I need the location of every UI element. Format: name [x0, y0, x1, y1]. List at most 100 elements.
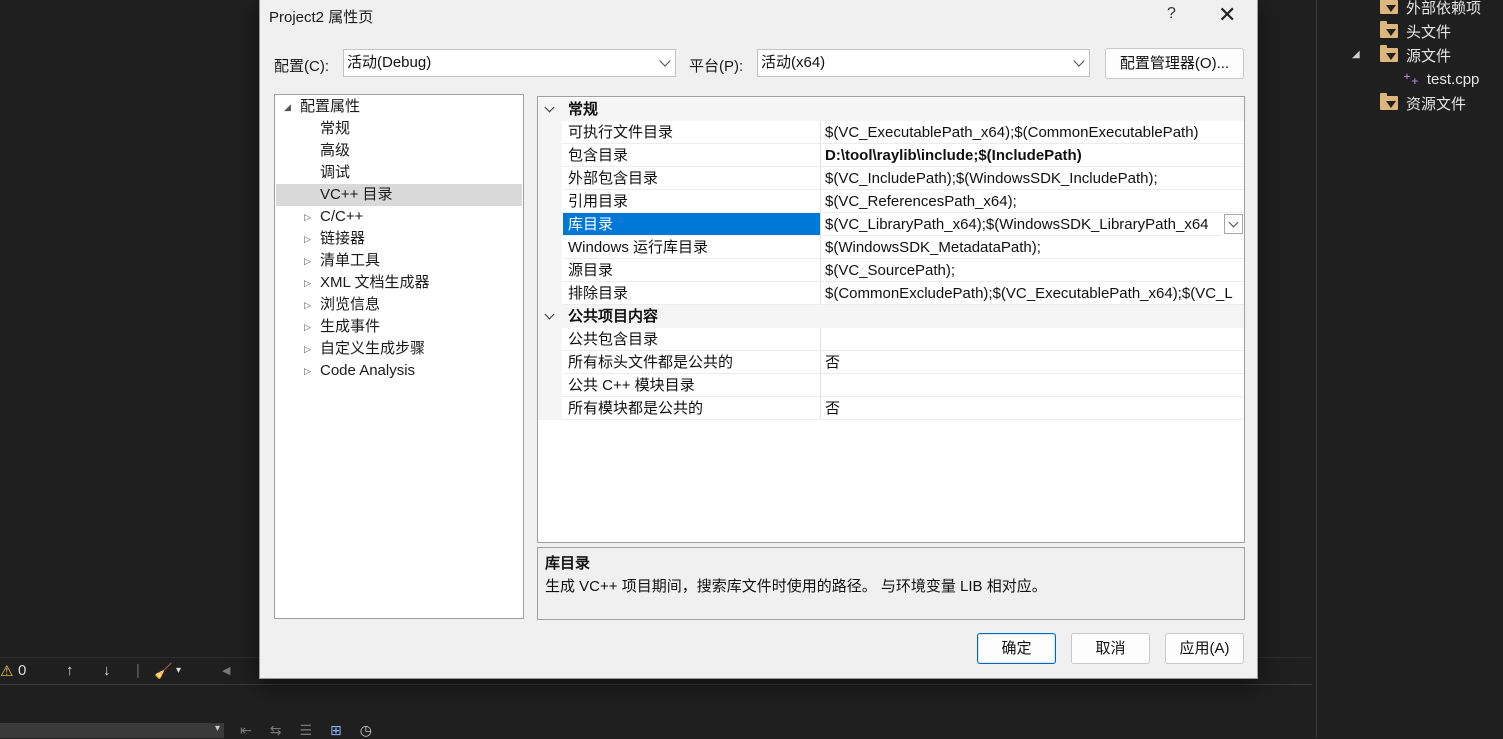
- row-gutter: [538, 282, 562, 305]
- output-toolbar-icons: ⇤ ⇆ ☰ ⊞ ◷: [240, 722, 372, 739]
- category-label: 公共项目内容: [568, 308, 659, 325]
- collapsed-triangle-icon[interactable]: ▷: [304, 272, 311, 294]
- grid-row-all-modules-public[interactable]: 所有模块都是公共的 否: [538, 397, 1244, 420]
- property-value[interactable]: $(VC_ReferencesPath_x64);: [822, 190, 1244, 213]
- solution-item-resource-files[interactable]: 资源文件: [1380, 91, 1466, 115]
- apply-button[interactable]: 应用(A): [1165, 633, 1244, 664]
- tree-item-advanced[interactable]: 高级: [276, 140, 522, 162]
- arrow-up-icon[interactable]: ↑: [66, 662, 74, 679]
- tree-item-general[interactable]: 常规: [276, 118, 522, 140]
- row-gutter: [538, 121, 562, 144]
- tree-item-label: 高级: [320, 142, 351, 159]
- grid-row-windows-runtime-dirs[interactable]: Windows 运行库目录 $(WindowsSDK_MetadataPath)…: [538, 236, 1244, 259]
- grid-category-general[interactable]: 常规: [538, 98, 1244, 121]
- arrow-down-icon[interactable]: ↓: [103, 662, 111, 679]
- broom-icon[interactable]: 🧹: [154, 662, 173, 680]
- grid-row-public-include-dirs[interactable]: 公共包含目录: [538, 328, 1244, 351]
- collapsed-triangle-icon[interactable]: ▷: [304, 228, 311, 250]
- grid-row-reference-dirs[interactable]: 引用目录 $(VC_ReferencesPath_x64);: [538, 190, 1244, 213]
- grid-row-public-cpp-module-dirs[interactable]: 公共 C++ 模块目录: [538, 374, 1244, 397]
- collapsed-triangle-icon[interactable]: ▷: [304, 316, 311, 338]
- row-gutter: [538, 213, 562, 236]
- word-wrap-icon[interactable]: ⊞: [330, 722, 342, 739]
- tree-item-linker[interactable]: ▷ 链接器: [276, 228, 522, 250]
- config-manager-button[interactable]: 配置管理器(O)...: [1105, 48, 1244, 79]
- chevron-down-icon: [1073, 55, 1085, 67]
- panel-divider: [1316, 0, 1317, 738]
- output-source-dropdown[interactable]: [0, 723, 224, 738]
- warning-count: 0: [18, 662, 27, 679]
- property-value[interactable]: [822, 374, 1244, 397]
- tree-item-label: VC++ 目录: [320, 186, 393, 203]
- help-button[interactable]: ?: [1167, 5, 1176, 23]
- collapsed-triangle-icon[interactable]: ▷: [304, 294, 311, 316]
- value-dropdown-button[interactable]: [1224, 214, 1243, 234]
- tree-item-label: 链接器: [320, 230, 366, 247]
- category-tree: ◢ 配置属性 常规 高级 调试 VC++ 目录 ▷ C/C++ ▷ 链接器 ▷ …: [274, 94, 524, 619]
- tree-item-build-events[interactable]: ▷ 生成事件: [276, 316, 522, 338]
- property-name: 所有模块都是公共的: [563, 397, 821, 420]
- property-value[interactable]: $(VC_IncludePath);$(WindowsSDK_IncludePa…: [822, 167, 1244, 190]
- property-value[interactable]: D:\tool\raylib\include;$(IncludePath): [822, 144, 1244, 167]
- property-value[interactable]: $(VC_SourcePath);: [822, 259, 1244, 282]
- scroll-left-icon[interactable]: ◀: [222, 664, 230, 677]
- property-name: 引用目录: [563, 190, 821, 213]
- solution-item-header-files[interactable]: 头文件: [1380, 19, 1451, 43]
- collapsed-triangle-icon[interactable]: ▷: [304, 206, 311, 228]
- tree-item-c-cpp[interactable]: ▷ C/C++: [276, 206, 522, 228]
- grid-category-public-project-content[interactable]: 公共项目内容: [538, 305, 1244, 328]
- collapsed-triangle-icon[interactable]: ▷: [304, 360, 311, 382]
- row-gutter: [538, 190, 562, 213]
- row-gutter: [538, 144, 562, 167]
- grid-row-include-dirs[interactable]: 包含目录 D:\tool\raylib\include;$(IncludePat…: [538, 144, 1244, 167]
- expanded-triangle-icon[interactable]: ◢: [284, 96, 291, 118]
- grid-row-executable-dirs[interactable]: 可执行文件目录 $(VC_ExecutablePath_x64);$(Commo…: [538, 121, 1244, 144]
- property-value[interactable]: $(CommonExcludePath);$(VC_ExecutablePath…: [822, 282, 1244, 305]
- row-gutter: [538, 167, 562, 190]
- grid-row-external-include-dirs[interactable]: 外部包含目录 $(VC_IncludePath);$(WindowsSDK_In…: [538, 167, 1244, 190]
- solution-item-external-deps[interactable]: 外部依赖项: [1380, 0, 1481, 19]
- tree-item-manifest-tool[interactable]: ▷ 清单工具: [276, 250, 522, 272]
- solution-item-test-cpp[interactable]: ⁺₊ test.cpp: [1403, 67, 1479, 91]
- tree-item-debugging[interactable]: 调试: [276, 162, 522, 184]
- solution-item-label: 资源文件: [1406, 95, 1467, 113]
- property-value[interactable]: [822, 328, 1244, 351]
- config-combo[interactable]: 活动(Debug): [343, 49, 676, 77]
- close-button[interactable]: ✕: [1218, 2, 1236, 28]
- solution-item-source-files[interactable]: ◢ 源文件: [1352, 43, 1451, 67]
- chevron-down-icon[interactable]: ▾: [176, 665, 181, 676]
- grid-row-exclude-dirs[interactable]: 排除目录 $(CommonExcludePath);$(VC_Executabl…: [538, 282, 1244, 305]
- property-value[interactable]: $(WindowsSDK_MetadataPath);: [822, 236, 1244, 259]
- tree-item-label: 自定义生成步骤: [320, 340, 426, 357]
- collapsed-triangle-icon[interactable]: ▷: [304, 338, 311, 360]
- property-value[interactable]: $(VC_ExecutablePath_x64);$(CommonExecuta…: [822, 121, 1244, 144]
- ok-button[interactable]: 确定: [977, 633, 1056, 664]
- dialog-title: Project2 属性页: [269, 9, 374, 26]
- property-value[interactable]: 否: [822, 351, 1244, 374]
- tree-root[interactable]: ◢ 配置属性: [276, 96, 522, 118]
- property-grid: 常规 可执行文件目录 $(VC_ExecutablePath_x64);$(Co…: [537, 96, 1245, 543]
- tree-item-vc-directories[interactable]: VC++ 目录: [276, 184, 522, 206]
- chevron-down-icon[interactable]: [544, 309, 555, 320]
- cancel-button[interactable]: 取消: [1071, 633, 1150, 664]
- property-value[interactable]: $(VC_LibraryPath_x64);$(WindowsSDK_Libra…: [822, 213, 1222, 236]
- chevron-down-icon[interactable]: [544, 102, 555, 113]
- align-icon[interactable]: ⇆: [270, 722, 282, 739]
- description-panel: 库目录 生成 VC++ 项目期间，搜索库文件时使用的路径。 与环境变量 LIB …: [537, 547, 1245, 620]
- tree-item-custom-build-step[interactable]: ▷ 自定义生成步骤: [276, 338, 522, 360]
- property-name: 排除目录: [563, 282, 821, 305]
- expand-triangle-icon[interactable]: ◢: [1352, 49, 1360, 60]
- tree-item-xml-doc[interactable]: ▷ XML 文档生成器: [276, 272, 522, 294]
- grid-row-all-headers-public[interactable]: 所有标头文件都是公共的 否: [538, 351, 1244, 374]
- property-value[interactable]: 否: [822, 397, 1244, 420]
- collapsed-triangle-icon[interactable]: ▷: [304, 250, 311, 272]
- platform-combo[interactable]: 活动(x64): [757, 49, 1090, 77]
- tree-item-code-analysis[interactable]: ▷ Code Analysis: [276, 360, 522, 382]
- clock-icon[interactable]: ◷: [360, 722, 372, 739]
- platform-combo-value: 活动(x64): [761, 54, 826, 71]
- wrap-icon[interactable]: ⇤: [240, 722, 252, 739]
- grid-row-library-dirs[interactable]: 库目录 $(VC_LibraryPath_x64);$(WindowsSDK_L…: [538, 213, 1244, 236]
- tree-item-browse-info[interactable]: ▷ 浏览信息: [276, 294, 522, 316]
- grid-row-source-dirs[interactable]: 源目录 $(VC_SourcePath);: [538, 259, 1244, 282]
- list-icon[interactable]: ☰: [299, 722, 312, 739]
